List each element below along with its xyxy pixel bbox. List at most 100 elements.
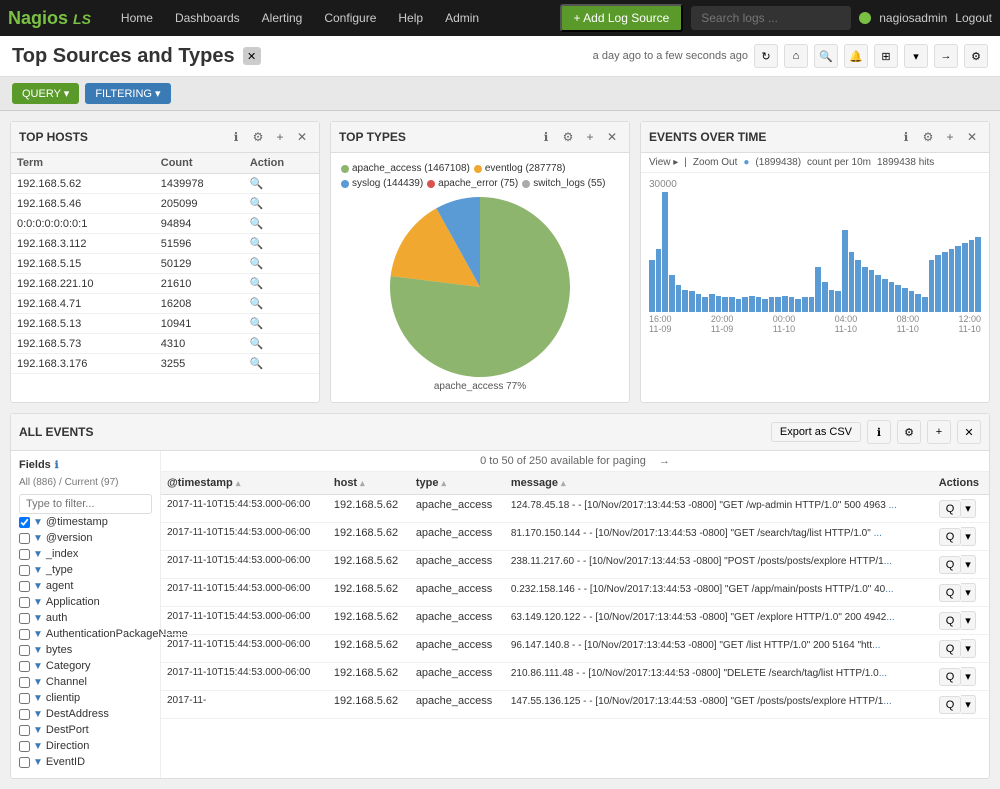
nav-admin[interactable]: Admin (435, 5, 489, 31)
message-link[interactable]: ... (884, 556, 892, 567)
share-button[interactable]: → (934, 44, 958, 68)
host-action[interactable]: 🔍 (244, 334, 319, 354)
host-action[interactable]: 🔍 (244, 354, 319, 374)
field-checkbox[interactable] (19, 613, 30, 624)
list-item[interactable]: ▼ DestAddress (19, 706, 152, 722)
search-input[interactable] (691, 6, 851, 30)
field-checkbox[interactable] (19, 709, 30, 720)
search-icon[interactable]: 🔍 (250, 238, 264, 250)
action-button[interactable]: Q (939, 556, 962, 574)
field-checkbox[interactable] (19, 549, 30, 560)
close-icon-events[interactable]: ✕ (963, 128, 981, 146)
field-checkbox[interactable] (19, 565, 30, 576)
close-icon-types[interactable]: ✕ (603, 128, 621, 146)
message-link[interactable]: ... (879, 668, 887, 679)
add-log-source-button[interactable]: + Add Log Source (560, 4, 684, 32)
settings-button[interactable]: ⚙ (964, 44, 988, 68)
action-dropdown[interactable]: ▾ (961, 527, 976, 546)
field-checkbox[interactable] (19, 661, 30, 672)
search-button[interactable]: 🔍 (814, 44, 838, 68)
search-icon[interactable]: 🔍 (250, 178, 264, 190)
field-checkbox[interactable] (19, 741, 30, 752)
list-item[interactable]: ▼ agent (19, 578, 152, 594)
list-item[interactable]: ▼ DestPort (19, 722, 152, 738)
info-icon-events[interactable]: ℹ (897, 128, 915, 146)
field-checkbox[interactable] (19, 677, 30, 688)
host-action[interactable]: 🔍 (244, 234, 319, 254)
action-button[interactable]: Q (939, 528, 962, 546)
add-icon-types[interactable]: + (581, 128, 599, 146)
field-checkbox[interactable] (19, 533, 30, 544)
next-page-arrow[interactable]: → (659, 455, 670, 467)
export-csv-button[interactable]: Export as CSV (771, 422, 861, 442)
col-type[interactable]: type ▴ (410, 472, 505, 495)
action-dropdown[interactable]: ▾ (961, 583, 976, 602)
download-button[interactable]: ▾ (904, 44, 928, 68)
settings-icon-hosts[interactable]: ⚙ (249, 128, 267, 146)
host-action[interactable]: 🔍 (244, 254, 319, 274)
message-link[interactable]: ... (886, 612, 894, 623)
fields-info-icon[interactable]: ℹ (55, 460, 59, 471)
zoom-out-btn[interactable]: Zoom Out (693, 157, 737, 168)
action-button[interactable]: Q (939, 612, 962, 630)
nav-alerting[interactable]: Alerting (252, 5, 313, 31)
col-message[interactable]: message ▴ (505, 472, 933, 495)
home-button[interactable]: ⌂ (784, 44, 808, 68)
nav-home[interactable]: Home (111, 5, 163, 31)
host-action[interactable]: 🔍 (244, 174, 319, 194)
search-icon[interactable]: 🔍 (250, 358, 264, 370)
close-icon-hosts[interactable]: ✕ (293, 128, 311, 146)
col-timestamp[interactable]: @timestamp ▴ (161, 472, 328, 495)
bell-button[interactable]: 🔔 (844, 44, 868, 68)
host-action[interactable]: 🔍 (244, 194, 319, 214)
close-icon-all-events[interactable]: ✕ (957, 420, 981, 444)
field-checkbox[interactable] (19, 693, 30, 704)
list-item[interactable]: ▼ @timestamp (19, 514, 152, 530)
message-link[interactable]: ... (883, 696, 891, 707)
close-page-button[interactable]: ✕ (243, 47, 261, 65)
nav-user[interactable]: nagiosadmin (879, 11, 947, 25)
field-checkbox[interactable] (19, 517, 30, 528)
settings-icon-types[interactable]: ⚙ (559, 128, 577, 146)
view-label[interactable]: View ▸ (649, 157, 678, 168)
info-icon-hosts[interactable]: ℹ (227, 128, 245, 146)
list-item[interactable]: ▼ Direction (19, 738, 152, 754)
field-checkbox[interactable] (19, 725, 30, 736)
nav-help[interactable]: Help (388, 5, 433, 31)
message-link[interactable]: ... (885, 584, 893, 595)
settings-icon-events[interactable]: ⚙ (919, 128, 937, 146)
search-icon[interactable]: 🔍 (250, 298, 264, 310)
list-item[interactable]: ▼ AuthenticationPackageName (19, 626, 152, 642)
list-item[interactable]: ▼ _type (19, 562, 152, 578)
list-item[interactable]: ▼ Category (19, 658, 152, 674)
settings-icon-all-events[interactable]: ⚙ (897, 420, 921, 444)
field-checkbox[interactable] (19, 645, 30, 656)
action-dropdown[interactable]: ▾ (961, 639, 976, 658)
nav-logout[interactable]: Logout (955, 11, 992, 25)
field-checkbox[interactable] (19, 757, 30, 768)
action-dropdown[interactable]: ▾ (961, 555, 976, 574)
host-action[interactable]: 🔍 (244, 274, 319, 294)
refresh-button[interactable]: ↻ (754, 44, 778, 68)
nav-dashboards[interactable]: Dashboards (165, 5, 250, 31)
message-link[interactable]: ... (872, 640, 880, 651)
list-item[interactable]: ▼ _index (19, 546, 152, 562)
list-item[interactable]: ▼ bytes (19, 642, 152, 658)
query-button[interactable]: QUERY ▾ (12, 83, 79, 104)
list-item[interactable]: ▼ Application (19, 594, 152, 610)
list-item[interactable]: ▼ Channel (19, 674, 152, 690)
nav-configure[interactable]: Configure (314, 5, 386, 31)
search-icon[interactable]: 🔍 (250, 258, 264, 270)
host-action[interactable]: 🔍 (244, 314, 319, 334)
action-button[interactable]: Q (939, 668, 962, 686)
action-dropdown[interactable]: ▾ (961, 499, 976, 518)
host-action[interactable]: 🔍 (244, 294, 319, 314)
search-icon[interactable]: 🔍 (250, 318, 264, 330)
action-button[interactable]: Q (939, 584, 962, 602)
list-item[interactable]: ▼ clientip (19, 690, 152, 706)
search-icon[interactable]: 🔍 (250, 278, 264, 290)
action-dropdown[interactable]: ▾ (961, 611, 976, 630)
list-item[interactable]: ▼ @version (19, 530, 152, 546)
field-checkbox[interactable] (19, 629, 30, 640)
host-action[interactable]: 🔍 (244, 214, 319, 234)
